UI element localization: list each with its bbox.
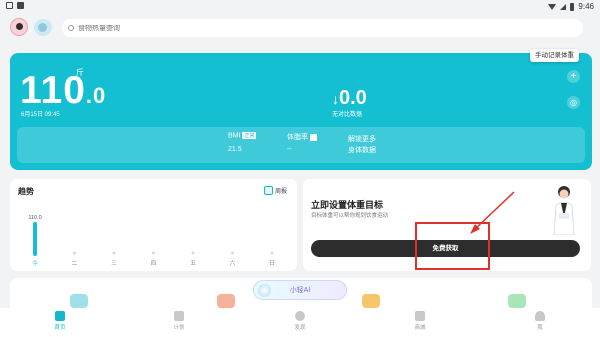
trend-day-label: 四 [151,260,157,267]
trend-empty-dot [231,251,234,255]
weight-date: 6月15日 09:45 [21,112,60,118]
trend-title: 趋势 [18,187,34,196]
eye-icon[interactable]: ◎ [567,96,580,109]
search-input[interactable] [78,24,378,32]
plan-icon [174,311,184,321]
paw-tool-icon[interactable] [362,294,380,308]
battery-icon [570,2,575,11]
trend-empty-dot [152,251,155,255]
manual-record-tooltip: 手动记录体重 [530,49,579,62]
trend-empty-dot [191,251,195,255]
trend-bar [33,222,37,256]
mall-icon [415,311,425,321]
body-data-panel[interactable]: BMI 正常 21.5 体脂率 -- 解锁更多 身体数据 [17,127,585,163]
tab-plan[interactable]: 计划 [159,311,199,331]
scale-tool-icon[interactable] [70,294,88,308]
goal-title: 立即设置体重目标 [311,200,384,210]
search-icon [68,25,74,31]
tab-me[interactable]: 我 [520,311,560,331]
status-bar: 9:46 [0,0,600,13]
ai-orb-icon [258,284,271,297]
image-notification-icon [6,2,13,9]
status-time: 9:46 [578,2,594,11]
checkbox-icon [310,133,317,141]
trend-day-label: 今 [32,259,38,267]
doctor-illustration [553,186,575,235]
add-record-button[interactable]: + [567,70,580,83]
trend-day-label: 三 [111,260,117,267]
calendar-icon [263,186,273,195]
trend-card[interactable]: 趋势 周报 110.0 今 二 三 四 五 六 日 [10,179,297,271]
app-notification-icon [17,2,24,9]
bmi-label: BMI 正常 [228,132,257,140]
search-bar[interactable] [62,19,583,37]
bmi-value: 21.5 [228,146,242,153]
discover-icon [295,311,305,321]
weight-change-label: 无对比数据 [332,112,363,118]
tab-discover[interactable]: 发现 [280,311,320,331]
home-icon [55,311,65,321]
down-arrow-icon: ↓ [332,91,339,107]
trend-chart: 110.0 今 二 三 四 五 六 日 [28,215,275,267]
calendar-tool-icon[interactable] [508,294,526,308]
tab-home[interactable]: 首页 [40,311,80,331]
ai-assistant-button[interactable]: 小轻AI [253,280,347,300]
trend-day-label: 二 [72,261,78,267]
wifi-icon [548,3,557,10]
goal-subtitle: 目标体重可以帮你规划饮食运动 [311,213,389,219]
food-tool-icon[interactable] [217,294,235,308]
signal-icon [560,3,567,10]
tab-mall[interactable]: 商城 [400,311,440,331]
profile-icon [535,311,545,321]
body-fat-label: 体脂率 [287,132,317,142]
unlock-more-line1[interactable]: 解锁更多 [348,134,376,144]
weight-card[interactable]: 110.0 斤 6月15日 09:45 ↓0.0 无对比数据 + ◎ BMI 正… [10,53,592,170]
bmi-status-badge: 正常 [242,132,257,139]
annotation-arrow [470,191,515,234]
trend-day-label: 五 [190,260,196,267]
trend-data-label: 110.0 [28,215,41,221]
weight-unit: 斤 [76,68,84,77]
unlock-more-line2[interactable]: 身体数据 [348,145,376,155]
weekly-report-button[interactable]: 周报 [263,186,287,195]
trend-day-label: 六 [230,259,236,267]
trend-empty-dot [112,251,116,255]
weight-change: ↓0.0 [332,87,367,109]
app-logo-icon[interactable] [34,19,52,36]
trend-day-label: 日 [269,260,275,267]
trend-empty-dot [73,251,76,255]
bottom-tab-bar: 首页 计划 发现 商城 我 [0,308,600,337]
weight-value: 110.0 [20,69,107,112]
user-avatar[interactable] [10,18,28,36]
body-fat-value: -- [287,146,292,153]
trend-empty-dot [270,251,274,255]
